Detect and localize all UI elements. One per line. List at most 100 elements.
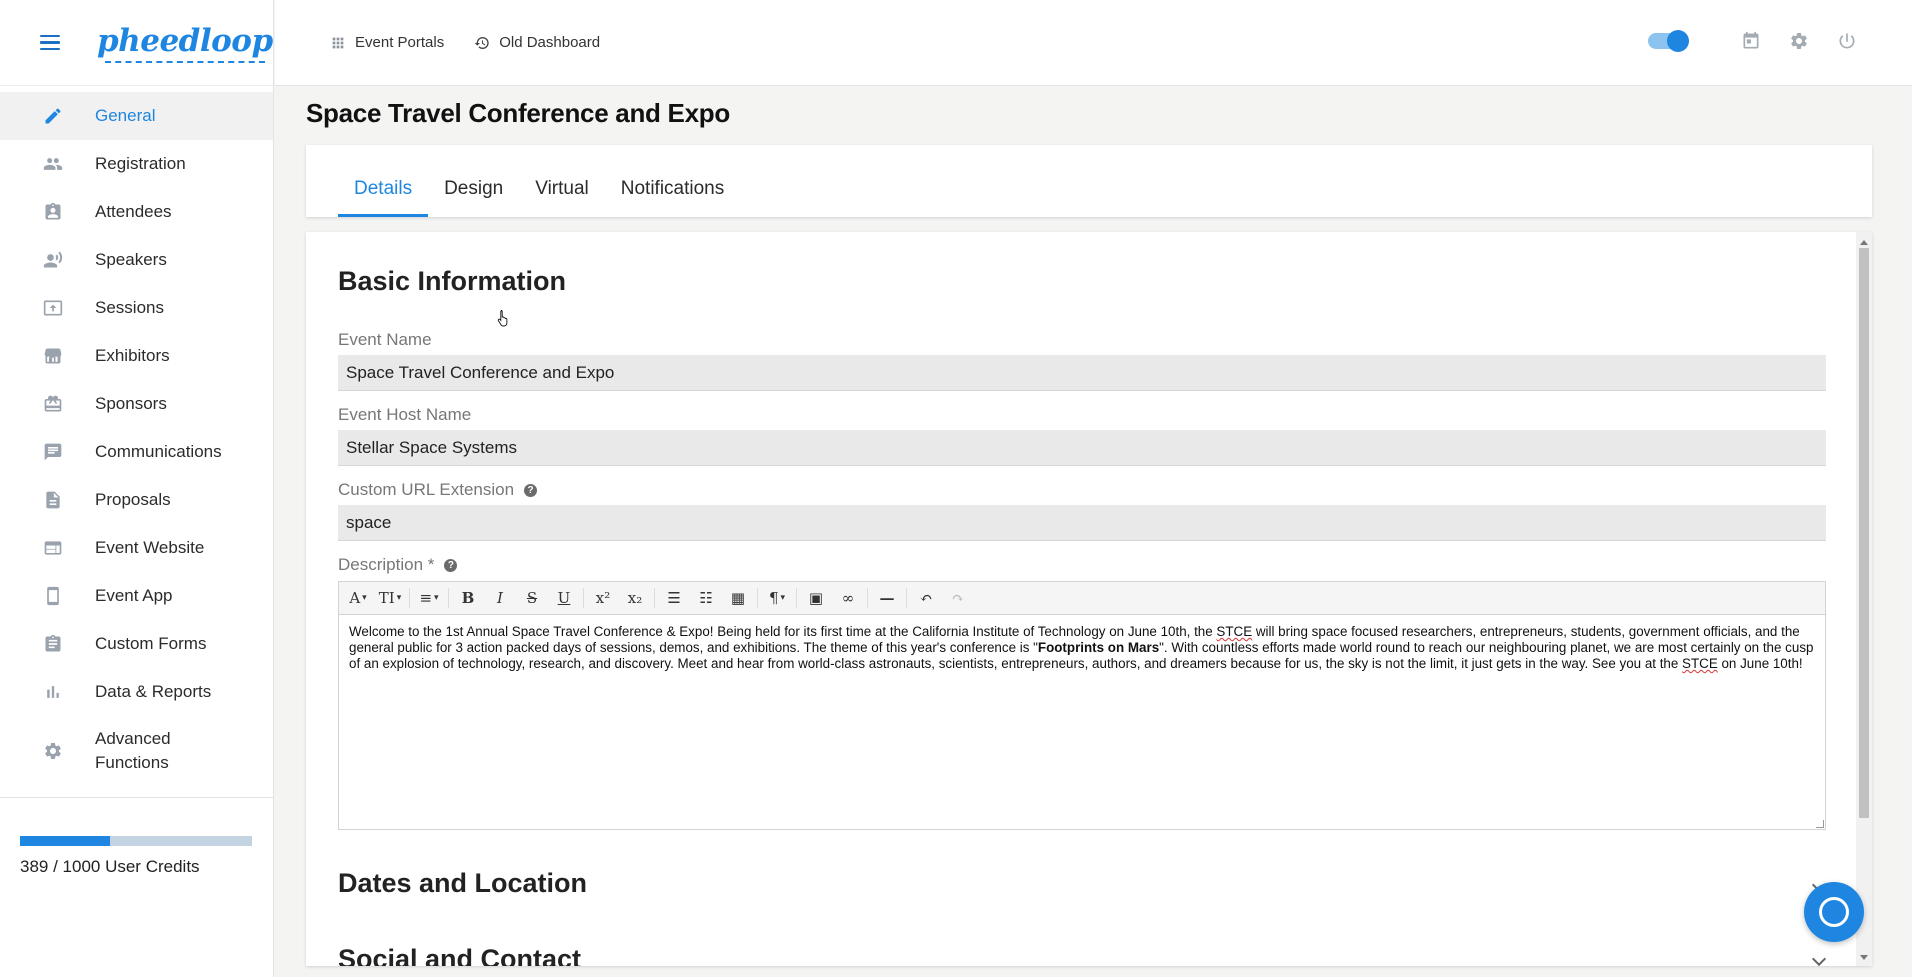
event-portals-link[interactable]: Event Portals [330, 34, 444, 51]
sidebar-item-data-reports[interactable]: Data & Reports [0, 668, 273, 716]
sidebar-item-label: Communications [95, 442, 222, 461]
undo-icon[interactable]: ↶ [913, 586, 939, 610]
sidebar-nav: General Registration Attendees Speakers … [0, 86, 273, 786]
sidebar-item-general[interactable]: General [0, 92, 273, 140]
details-form-card: Basic Information Event Name Event Host … [306, 232, 1872, 966]
calendar-icon[interactable] [1740, 30, 1762, 52]
power-icon[interactable] [1836, 30, 1858, 52]
description-text-part: on June 10th! [1717, 656, 1803, 671]
sidebar-item-speakers[interactable]: Speakers [0, 236, 273, 284]
chevron-down-icon[interactable] [1811, 951, 1827, 966]
sidebar-item-label: Registration [95, 154, 186, 173]
sidebar-item-label: General [95, 106, 156, 125]
help-icon[interactable]: ? [524, 483, 538, 497]
insert-link-icon[interactable]: ∞ [835, 586, 861, 610]
sidebar-item-label: Speakers [95, 250, 167, 269]
tab-design[interactable]: Design [428, 161, 519, 217]
page-title: Space Travel Conference and Expo [306, 98, 730, 128]
sidebar-item-label: Exhibitors [95, 346, 170, 365]
sidebar: pheedloop General Registration Attendees… [0, 0, 274, 977]
numbered-list-icon[interactable]: ☷ [693, 586, 719, 610]
toolbar-divider [448, 588, 449, 608]
font-size-icon[interactable]: TI ▾ [377, 586, 403, 610]
description-text-part: Welcome to the 1st Annual Space Travel C… [349, 624, 1217, 639]
help-chat-button[interactable] [1804, 882, 1864, 942]
mode-toggle[interactable] [1648, 30, 1689, 52]
table-icon[interactable]: ▦ [725, 586, 751, 610]
event-name-input[interactable] [338, 355, 1826, 391]
sidebar-item-attendees[interactable]: Attendees [0, 188, 273, 236]
help-icon[interactable]: ? [444, 558, 458, 572]
menu-icon[interactable] [40, 34, 60, 51]
dates-and-location-heading[interactable]: Dates and Location [338, 868, 587, 899]
sidebar-item-exhibitors[interactable]: Exhibitors [0, 332, 273, 380]
sidebar-item-custom-forms[interactable]: Custom Forms [0, 620, 273, 668]
event-host-name-label: Event Host Name [338, 405, 472, 424]
editor-toolbar: A ▾ TI ▾ ≡ ▾ B I S U x² x₂ ☰ ☷ ▦ ¶ ▾ ▣ ∞ — ↶… [339, 582, 1825, 615]
sidebar-item-label: Data & Reports [95, 682, 212, 701]
italic-icon[interactable]: I [487, 586, 513, 610]
sidebar-item-label: Sessions [95, 298, 164, 317]
scroll-thumb[interactable] [1859, 248, 1869, 818]
sidebar-item-communications[interactable]: Communications [0, 428, 273, 476]
old-dashboard-link[interactable]: Old Dashboard [474, 34, 600, 51]
bar-chart-icon [42, 681, 64, 703]
sidebar-item-proposals[interactable]: Proposals [0, 476, 273, 524]
sidebar-item-label: Advanced Functions [95, 729, 171, 772]
sidebar-item-event-website[interactable]: Event Website [0, 524, 273, 572]
sidebar-item-sponsors[interactable]: Sponsors [0, 380, 273, 428]
superscript-icon[interactable]: x² [590, 586, 616, 610]
badge-icon [42, 201, 64, 223]
insert-image-icon[interactable]: ▣ [803, 586, 829, 610]
settings-gear-icon[interactable] [1788, 30, 1810, 52]
bold-icon[interactable]: B [455, 586, 481, 610]
description-text-area[interactable]: Welcome to the 1st Annual Space Travel C… [339, 615, 1825, 681]
font-family-icon[interactable]: A ▾ [345, 586, 371, 610]
description-label-row: Description * ? [338, 555, 458, 575]
history-icon [474, 36, 489, 49]
custom-url-extension-label-row: Custom URL Extension ? [338, 480, 538, 500]
horizontal-line-icon[interactable]: — [874, 586, 900, 610]
custom-url-extension-input[interactable] [338, 505, 1826, 541]
top-bar: Event Portals Old Dashboard [275, 0, 1912, 86]
sidebar-header: pheedloop [0, 0, 273, 86]
top-right-actions [1648, 30, 1858, 52]
tab-virtual[interactable]: Virtual [519, 161, 605, 217]
bullet-list-icon[interactable]: ☰ [661, 586, 687, 610]
toolbar-divider [867, 588, 868, 608]
toolbar-divider [583, 588, 584, 608]
underline-icon[interactable]: U [551, 586, 577, 610]
strikethrough-icon[interactable]: S [519, 586, 545, 610]
event-host-name-input[interactable] [338, 430, 1826, 466]
align-icon[interactable]: ≡ ▾ [416, 586, 442, 610]
speaker-icon [42, 249, 64, 271]
content-scrollbar[interactable] [1856, 232, 1872, 966]
gear-icon [42, 740, 64, 762]
gift-icon [42, 393, 64, 415]
toolbar-divider [757, 588, 758, 608]
pheedloop-logo[interactable]: pheedloop [97, 23, 273, 63]
sidebar-item-advanced-functions[interactable]: Advanced Functions [0, 716, 273, 786]
grid-icon [332, 37, 344, 48]
scroll-up-arrow-icon[interactable] [1860, 240, 1868, 245]
subscript-icon[interactable]: x₂ [622, 586, 648, 610]
chat-icon [42, 441, 64, 463]
tab-details[interactable]: Details [338, 161, 429, 217]
description-text-bold: Footprints on Mars [1037, 640, 1160, 655]
toolbar-divider [654, 588, 655, 608]
redo-icon[interactable]: ↷ [945, 586, 971, 610]
sidebar-item-event-app[interactable]: Event App [0, 572, 273, 620]
document-icon [42, 489, 64, 511]
sidebar-item-registration[interactable]: Registration [0, 140, 273, 188]
sidebar-item-sessions[interactable]: Sessions [0, 284, 273, 332]
toolbar-divider [796, 588, 797, 608]
scroll-down-arrow-icon[interactable] [1860, 955, 1868, 960]
browser-icon [42, 537, 64, 559]
social-and-contact-heading[interactable]: Social and Contact [338, 944, 581, 966]
paragraph-format-icon[interactable]: ¶ ▾ [764, 586, 790, 610]
sidebar-item-label: Attendees [95, 202, 172, 221]
resize-handle[interactable] [1816, 820, 1824, 828]
sidebar-item-label: Event App [95, 586, 173, 605]
tabs-bar: Details Design Virtual Notifications [306, 145, 1872, 217]
tab-notifications[interactable]: Notifications [605, 161, 741, 217]
